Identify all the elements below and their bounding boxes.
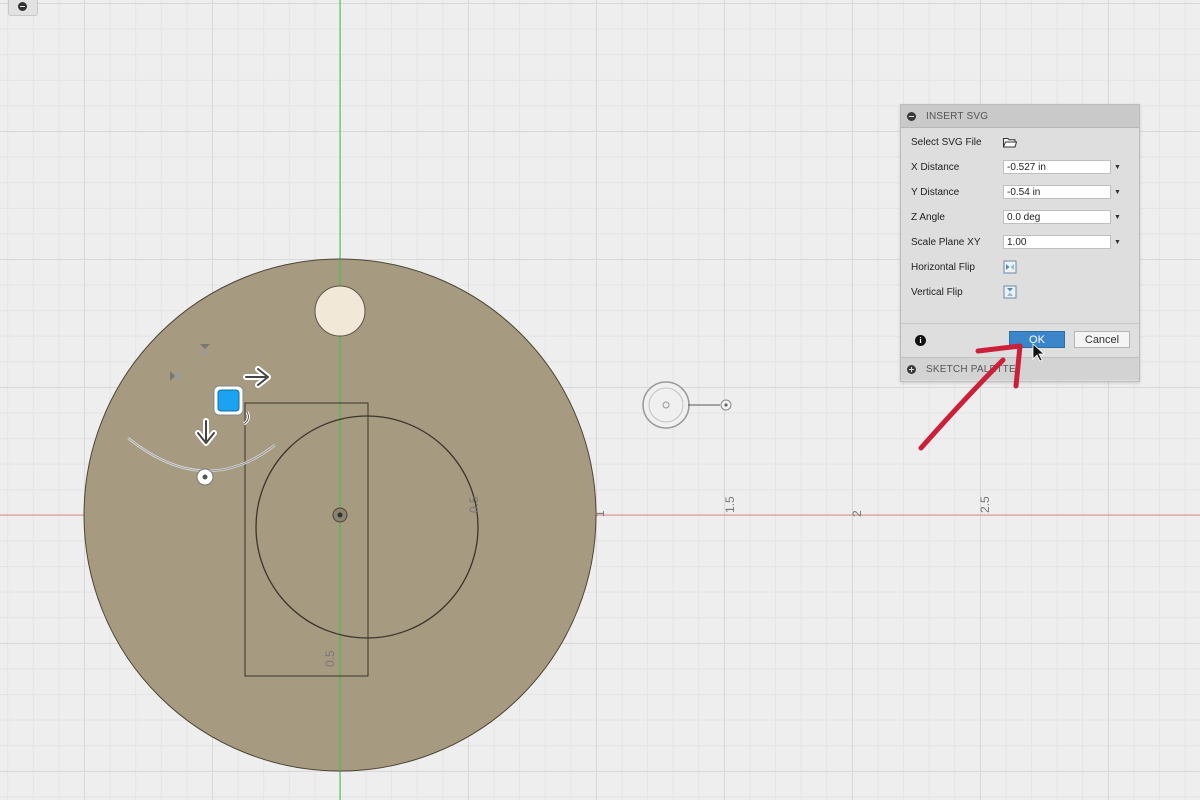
- annotation-overlay: [918, 343, 1046, 451]
- mouse-cursor-icon: [1032, 343, 1046, 362]
- annotation-arrow-shaft: [918, 357, 1006, 451]
